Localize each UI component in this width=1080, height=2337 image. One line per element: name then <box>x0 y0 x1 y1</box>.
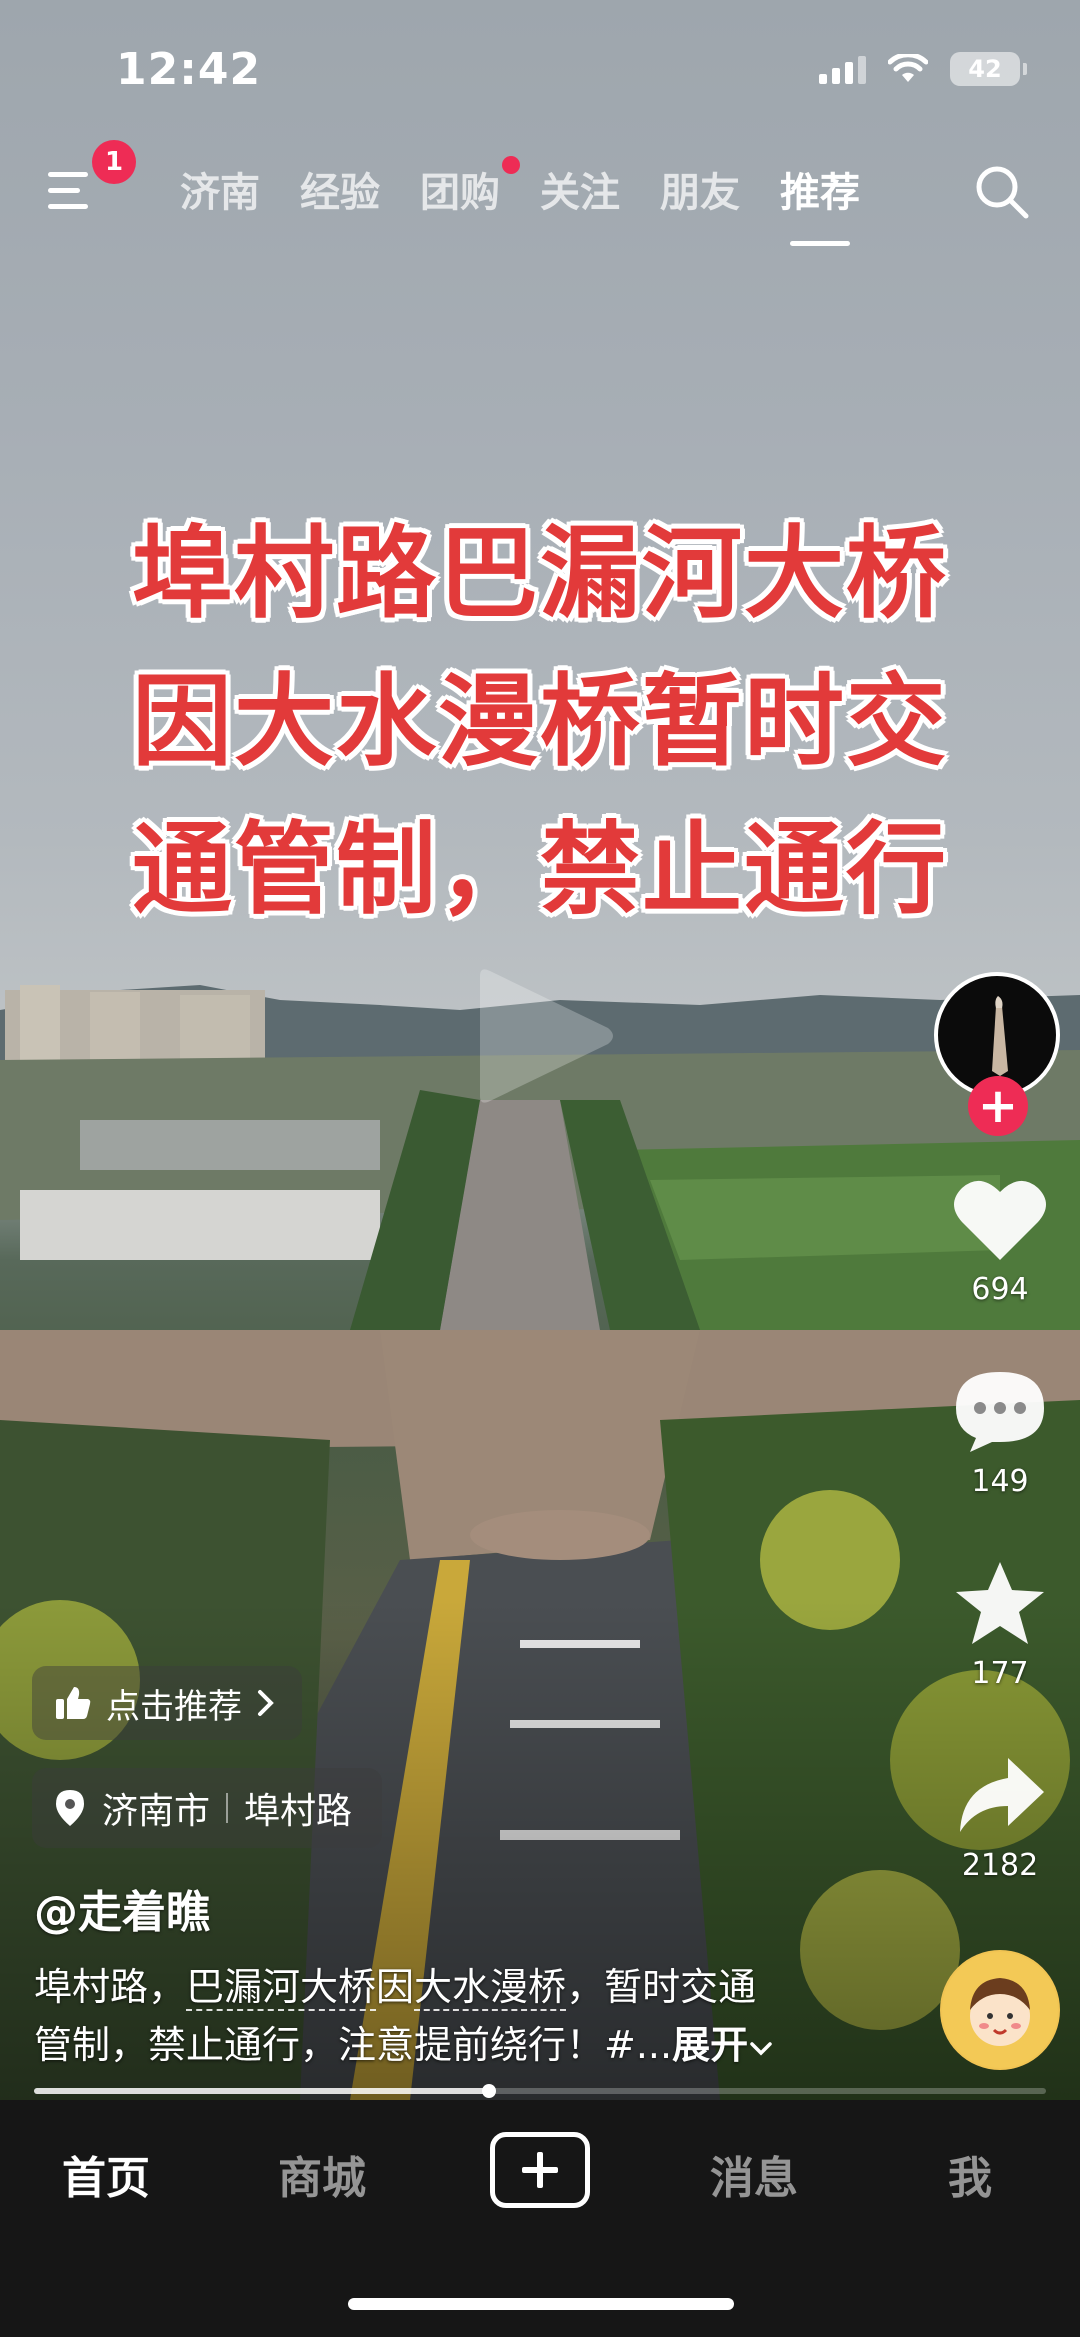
chevron-down-icon <box>750 2041 772 2055</box>
recommend-chip[interactable]: 点击推荐 <box>32 1666 302 1740</box>
tab-experience[interactable]: 经验 <box>300 160 380 218</box>
like-action[interactable]: 694 <box>940 1176 1060 1307</box>
description-line-1: 埠村路，巴漏河大桥因大水漫桥，暂时交通 <box>34 1958 894 2016</box>
topic-link[interactable]: 大水漫桥 <box>414 1965 567 2011</box>
comment-icon <box>956 1372 1044 1452</box>
share-count: 2182 <box>961 1848 1039 1883</box>
overlay-line-2: 因大水漫桥暂时交 <box>132 663 948 780</box>
tab-friends[interactable]: 朋友 <box>660 160 740 218</box>
comment-count: 149 <box>971 1464 1029 1499</box>
wifi-icon <box>888 54 928 82</box>
status-icons: 42 <box>819 52 1027 86</box>
comment-action[interactable]: 149 <box>940 1368 1060 1499</box>
follow-button[interactable]: + <box>968 1076 1028 1136</box>
share-icon <box>960 1758 1044 1832</box>
desc-text: 管制，禁止通行，注意提前绕行！#... <box>34 2023 673 2067</box>
music-disc[interactable] <box>940 1950 1060 2070</box>
video-progress-bar[interactable] <box>34 2084 1046 2098</box>
thumbs-up-icon <box>56 1687 91 1719</box>
desc-text: ，暂时交通 <box>566 1965 757 2009</box>
tab-jinan[interactable]: 济南 <box>180 160 260 218</box>
favorite-count: 177 <box>971 1656 1029 1691</box>
overlay-line-3: 通管制，禁止通行 <box>132 811 948 928</box>
nav-home[interactable]: 首页 <box>62 2142 150 2206</box>
battery-level: 42 <box>968 55 1002 83</box>
expand-button[interactable]: 展开 <box>672 2023 774 2067</box>
nav-me[interactable]: 我 <box>948 2142 992 2206</box>
share-action[interactable]: 2182 <box>940 1752 1060 1883</box>
menu-badge: 1 <box>92 140 136 184</box>
nav-mall[interactable]: 商城 <box>278 2142 366 2206</box>
nav-messages[interactable]: 消息 <box>710 2142 798 2206</box>
notification-dot <box>502 156 520 174</box>
heart-icon <box>954 1180 1046 1260</box>
recommend-label: 点击推荐 <box>106 1686 242 1727</box>
expand-label: 展开 <box>672 2023 749 2067</box>
location-city: 济南市 <box>102 1791 211 1832</box>
author-name[interactable]: @走着瞧 <box>34 1876 210 1940</box>
menu-icon[interactable] <box>46 168 94 216</box>
tab-recommended[interactable]: 推荐 <box>780 160 860 246</box>
battery-icon: 42 <box>950 52 1027 86</box>
tab-group-buy[interactable]: 团购 <box>420 156 520 218</box>
create-button[interactable] <box>490 2132 590 2208</box>
progress-fill <box>34 2088 490 2094</box>
search-icon[interactable] <box>972 162 1032 222</box>
desc-text: 埠村路， <box>34 1965 187 2009</box>
location-pin-icon <box>56 1790 84 1826</box>
tab-group-buy-label: 团购 <box>420 170 500 216</box>
star-icon <box>956 1562 1044 1644</box>
desc-text: 因 <box>376 1965 415 2009</box>
location-chip[interactable]: 济南市 埠村路 <box>32 1768 383 1848</box>
tab-following[interactable]: 关注 <box>540 160 620 218</box>
description-line-2: 管制，禁止通行，注意提前绕行！#...展开 <box>34 2016 894 2074</box>
chevron-right-icon <box>258 1690 274 1716</box>
location-divider <box>226 1793 229 1823</box>
location-place: 埠村路 <box>244 1791 353 1832</box>
status-time: 12:42 <box>116 44 262 95</box>
overlay-line-1: 埠村路巴漏河大桥 <box>132 515 948 632</box>
home-indicator <box>348 2298 734 2310</box>
topic-link[interactable]: 巴漏河大桥 <box>186 1965 377 2011</box>
favorite-action[interactable]: 177 <box>940 1560 1060 1691</box>
video-description[interactable]: 埠村路，巴漏河大桥因大水漫桥，暂时交通 管制，禁止通行，注意提前绕行！#...展… <box>34 1958 894 2074</box>
play-icon[interactable] <box>468 966 618 1106</box>
top-tabs: 济南 经验 团购 关注 朋友 推荐 <box>180 156 860 246</box>
signal-icon <box>819 54 866 84</box>
plus-icon <box>522 2152 558 2188</box>
music-cover-image <box>942 1952 1058 2068</box>
video-caption-overlay: 埠村路巴漏河大桥 因大水漫桥暂时交 通管制，禁止通行 <box>0 500 1080 944</box>
like-count: 694 <box>971 1272 1029 1307</box>
